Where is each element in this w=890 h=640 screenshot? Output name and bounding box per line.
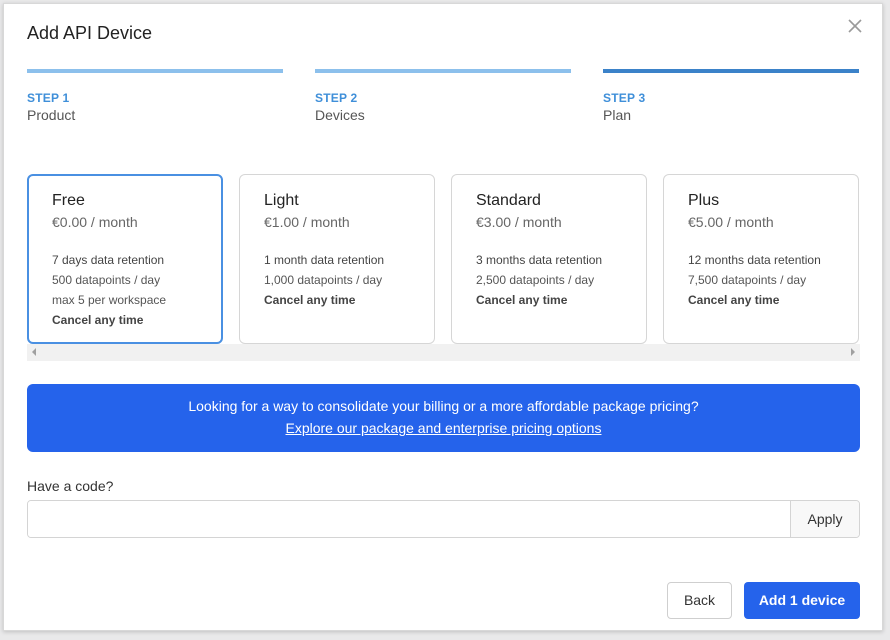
code-field-group: Apply [27, 500, 860, 538]
step-bar [27, 69, 283, 73]
plan-feature: 7,500 datapoints / day [688, 273, 807, 287]
plan-features: 1 month data retention 1,000 datapoints … [264, 250, 434, 310]
plan-feature: 500 datapoints / day [52, 273, 161, 287]
step-plan: STEP 3 Plan [603, 69, 859, 123]
step-name: Product [27, 107, 76, 123]
plan-price: €0.00 / month [52, 214, 138, 230]
step-number: STEP 3 [603, 91, 646, 105]
plan-card-standard[interactable]: Standard €3.00 / month 3 months data ret… [451, 174, 647, 344]
step-name: Plan [603, 107, 632, 123]
plan-card-light[interactable]: Light €1.00 / month 1 month data retenti… [239, 174, 435, 344]
plan-name: Plus [688, 192, 720, 209]
plan-feature: max 5 per workspace [52, 293, 167, 307]
plan-feature: Cancel any time [264, 293, 356, 307]
scroll-right-icon[interactable] [851, 348, 855, 356]
apply-button[interactable]: Apply [790, 501, 859, 537]
plan-features: 7 days data retention 500 datapoints / d… [52, 250, 221, 330]
plan-price: €1.00 / month [264, 214, 350, 230]
plan-feature: 7 days data retention [52, 253, 165, 267]
pricing-options-link[interactable]: Explore our package and enterprise prici… [286, 420, 602, 436]
plan-feature: Cancel any time [52, 313, 144, 327]
plan-card-free[interactable]: Free €0.00 / month 7 days data retention… [27, 174, 223, 344]
plan-feature: 3 months data retention [476, 253, 603, 267]
plan-feature: 1,000 datapoints / day [264, 273, 383, 287]
plan-name: Light [264, 192, 299, 209]
plan-list: Free €0.00 / month 7 days data retention… [27, 174, 860, 361]
plan-feature: Cancel any time [476, 293, 568, 307]
horizontal-scrollbar[interactable] [27, 344, 860, 361]
plan-card-plus[interactable]: Plus €5.00 / month 12 months data retent… [663, 174, 859, 344]
plan-features: 12 months data retention 7,500 datapoint… [688, 250, 858, 310]
back-button[interactable]: Back [667, 582, 732, 619]
plan-feature: 1 month data retention [264, 253, 385, 267]
plan-feature: 12 months data retention [688, 253, 821, 267]
step-bar-active [603, 69, 859, 73]
dialog-title: Add API Device [27, 23, 153, 43]
plan-feature: 2,500 datapoints / day [476, 273, 595, 287]
pricing-banner: Looking for a way to consolidate your bi… [27, 384, 860, 452]
stepper: STEP 1 Product STEP 2 Devices STEP 3 Pla… [27, 69, 860, 139]
plan-feature: Cancel any time [688, 293, 780, 307]
plan-name: Standard [476, 192, 541, 209]
step-number: STEP 2 [315, 91, 358, 105]
plan-features: 3 months data retention 2,500 datapoints… [476, 250, 646, 310]
plan-name: Free [52, 192, 85, 209]
step-name: Devices [315, 107, 365, 123]
step-devices: STEP 2 Devices [315, 69, 571, 123]
plan-price: €5.00 / month [688, 214, 774, 230]
step-product: STEP 1 Product [27, 69, 283, 123]
add-device-button[interactable]: Add 1 device [744, 582, 860, 619]
step-bar [315, 69, 571, 73]
code-input[interactable] [28, 501, 790, 537]
banner-text: Looking for a way to consolidate your bi… [188, 398, 699, 414]
close-icon[interactable] [846, 17, 864, 35]
add-api-device-dialog: Add API Device STEP 1 Product STEP 2 Dev… [3, 3, 883, 631]
step-number: STEP 1 [27, 91, 70, 105]
code-label: Have a code? [27, 478, 114, 494]
scroll-left-icon[interactable] [32, 348, 36, 356]
plan-price: €3.00 / month [476, 214, 562, 230]
